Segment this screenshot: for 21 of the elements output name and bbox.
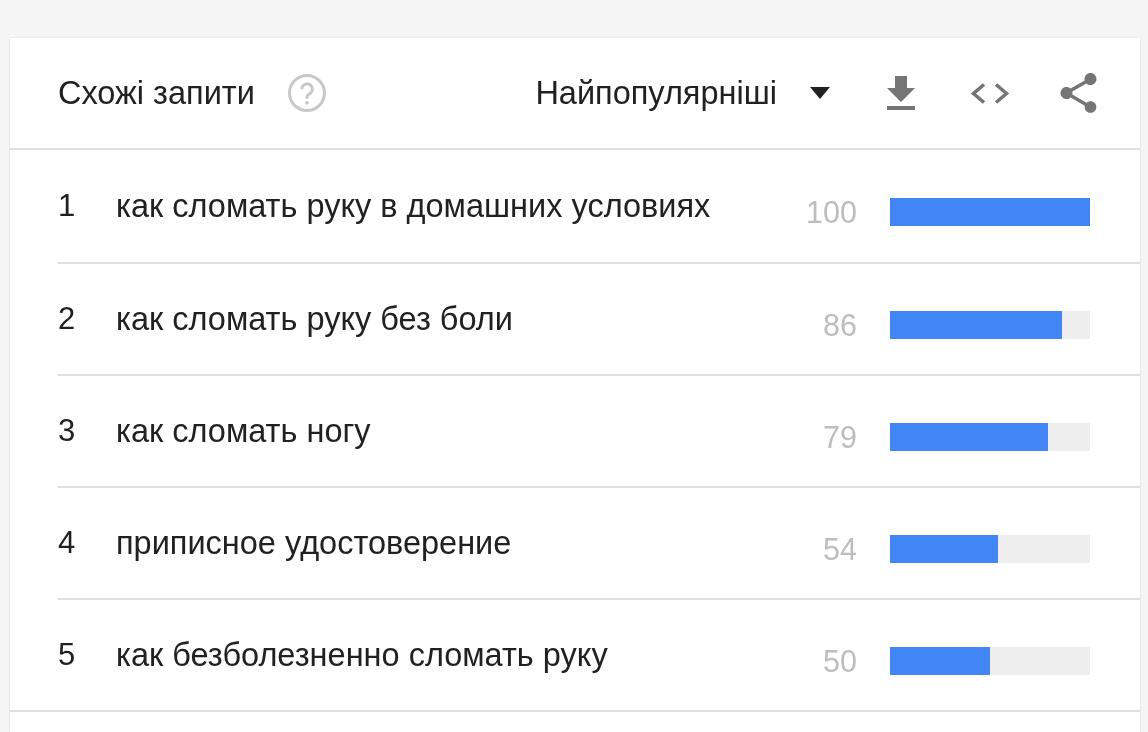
- interest-value: 86: [823, 307, 857, 343]
- interest-value: 50: [823, 643, 857, 679]
- rank-number: 4: [58, 525, 77, 561]
- interest-value: 54: [823, 531, 857, 567]
- interest-value: 100: [806, 194, 857, 230]
- rank-number: 3: [58, 413, 77, 449]
- share-icon[interactable]: [1060, 72, 1097, 114]
- rank-number: 2: [58, 301, 77, 337]
- download-icon[interactable]: [887, 76, 915, 110]
- query-link[interactable]: как сломать ногу: [116, 412, 824, 450]
- rank-number: 1: [58, 188, 77, 224]
- query-link[interactable]: как сломать руку без боли: [116, 300, 824, 338]
- sort-dropdown[interactable]: Найпопулярніші: [535, 74, 830, 112]
- caret-icon: [810, 87, 830, 99]
- query-link[interactable]: как сломать руку в домашних условиях: [116, 187, 807, 225]
- query-link[interactable]: как безболезненно сломать руку: [116, 636, 824, 674]
- rank-number: 5: [58, 637, 77, 673]
- query-link[interactable]: приписное удостоверение: [116, 524, 824, 562]
- interest-value: 79: [823, 419, 857, 455]
- code-icon[interactable]: [970, 82, 1010, 104]
- card-title: Схожі запити: [58, 74, 255, 112]
